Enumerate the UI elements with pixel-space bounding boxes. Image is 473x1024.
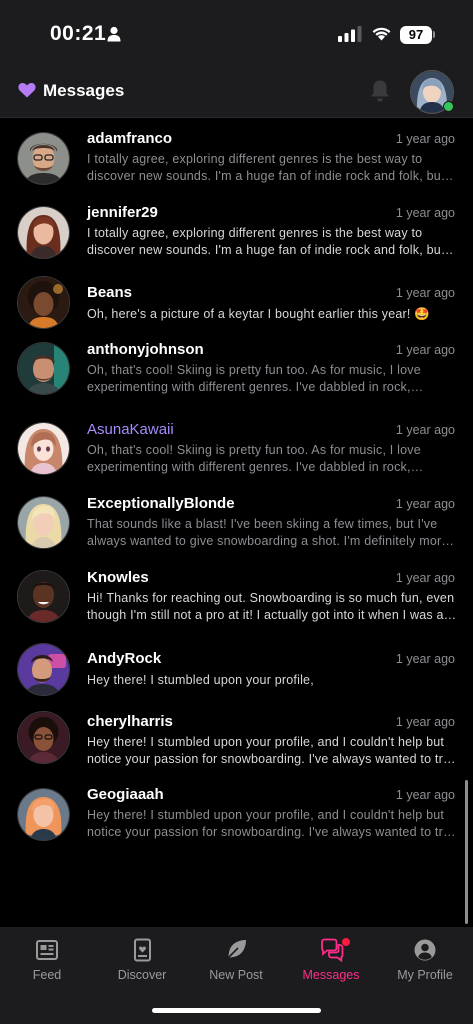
timestamp: 1 year ago [395,652,455,666]
tab-label: Discover [117,968,167,982]
timestamp: 1 year ago [395,286,455,300]
timestamp: 1 year ago [395,715,455,729]
notification-badge [342,938,350,946]
avatar [17,422,70,475]
battery-tip [433,31,435,38]
conversation-list[interactable]: adamfranco 1 year ago I totally agree, e… [0,118,473,927]
username: anthonyjohnson [87,341,204,358]
bell-icon[interactable] [369,79,391,103]
message-preview: Hey there! I stumbled upon your profile,… [87,808,450,839]
message-preview: Oh, here's a picture of a keytar I bough… [87,307,431,321]
avatar [17,711,70,764]
tab-label: My Profile [397,968,453,982]
discover-icon [134,938,151,962]
avatar [17,132,70,185]
timestamp: 1 year ago [395,571,455,585]
tab-new-post[interactable]: New Post [189,927,283,997]
tab-label: Messages [302,968,360,982]
username: AndyRock [87,650,162,667]
timestamp: 1 year ago [395,132,455,146]
message-preview: Oh, that's cool! Skiing is pretty fun to… [87,363,421,394]
feather-icon [225,940,246,961]
status-bar: 00:21 97 [0,0,473,70]
avatar [17,570,70,623]
conversation-row[interactable]: ExceptionallyBlonde 1 year ago That soun… [0,477,473,551]
message-preview: Hey there! I stumbled upon your profile, [87,673,314,687]
timestamp: 1 year ago [395,788,455,802]
home-indicator [152,1008,321,1013]
conversation-row[interactable]: AndyRock 1 year ago Hey there! I stumble… [0,625,473,696]
username: jennifer29 [87,204,158,221]
conversation-row[interactable]: Beans 1 year ago Oh, here's a picture of… [0,266,473,329]
heart-icon [18,82,36,98]
status-time: 00:21 [50,22,107,45]
timestamp: 1 year ago [395,343,455,357]
avatar [17,788,70,841]
tab-my-profile[interactable]: My Profile [378,927,472,997]
tab-messages[interactable]: Messages [284,927,378,997]
tab-feed[interactable]: Feed [0,927,94,997]
wifi-icon [372,27,391,41]
avatar [17,496,70,549]
avatar [17,342,70,395]
page-title: Messages [43,81,125,100]
tab-label: New Post [209,968,263,982]
timestamp: 1 year ago [395,497,455,511]
person-icon [107,26,121,42]
message-preview: I totally agree, exploring different gen… [87,152,452,183]
avatar [17,206,70,259]
conversation-row[interactable]: Knowles 1 year ago Hi! Thanks for reachi… [0,551,473,625]
username: cherylharris [87,713,173,730]
timestamp: 1 year ago [395,206,455,220]
username: adamfranco [87,130,173,147]
message-preview: Oh, that's cool! Skiing is pretty fun to… [87,443,421,474]
conversation-row[interactable]: cherylharris 1 year ago Hey there! I stu… [0,688,473,766]
message-preview: I totally agree, exploring different gen… [87,226,452,257]
timestamp: 1 year ago [395,423,455,437]
message-preview: Hi! Thanks for reaching out. Snowboardin… [87,591,455,622]
app-header: Messages [0,70,473,118]
feed-icon [36,940,58,960]
tab-discover[interactable]: Discover [95,927,189,997]
username: Geogiaaah [87,786,164,803]
scrollbar[interactable] [465,780,468,924]
profile-icon [414,939,436,961]
conversation-row[interactable]: jennifer29 1 year ago I totally agree, e… [0,192,473,266]
conversation-row[interactable]: AsunaKawaii 1 year ago Oh, that's cool! … [0,403,473,477]
battery-icon: 97 [400,26,432,44]
username: Knowles [87,569,149,586]
username: AsunaKawaii [87,421,174,438]
message-preview: That sounds like a blast! I've been skii… [87,517,449,548]
online-status-dot [443,101,454,112]
tab-label: Feed [32,968,62,982]
conversation-row[interactable]: anthonyjohnson 1 year ago Oh, that's coo… [0,329,473,403]
conversation-row[interactable]: adamfranco 1 year ago I totally agree, e… [0,118,473,192]
avatar [17,276,70,329]
username: Beans [87,284,133,301]
username: ExceptionallyBlonde [87,495,235,512]
conversation-row[interactable]: Geogiaaah 1 year ago Hey there! I stumbl… [0,762,473,841]
signal-icon [338,26,362,42]
